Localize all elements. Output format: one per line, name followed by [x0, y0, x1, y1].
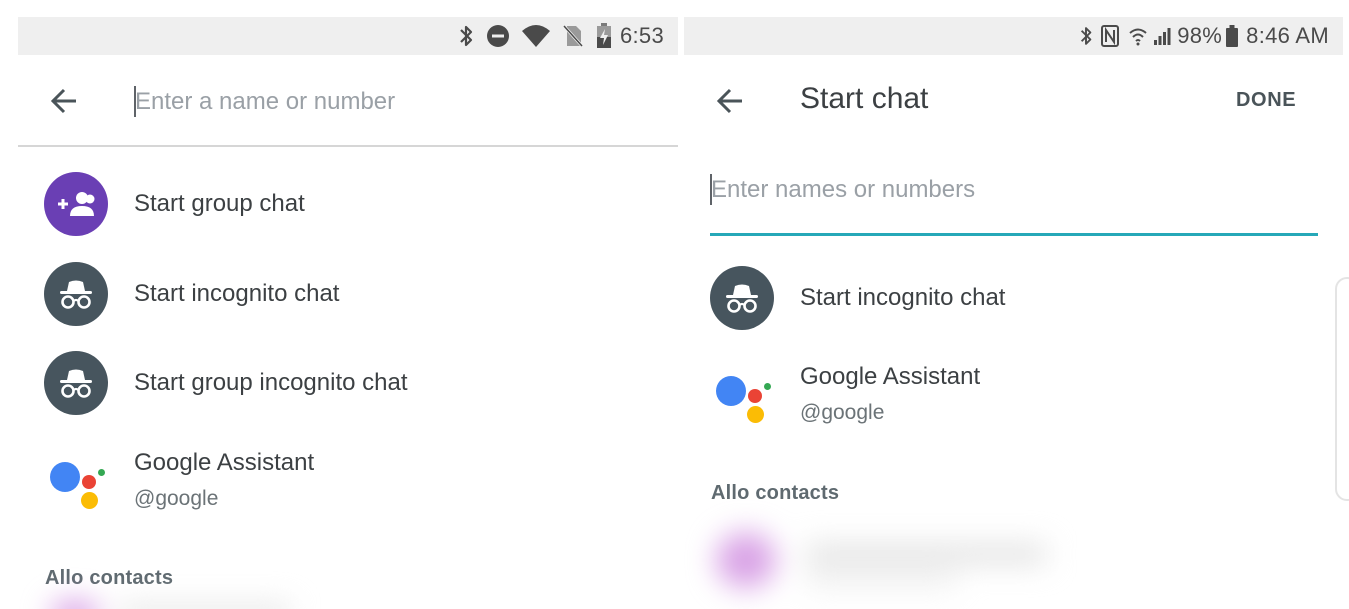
- left-screen: 6:53 Start group chat: [0, 0, 680, 609]
- item-handle: @google: [800, 401, 885, 424]
- signal-icon: [1153, 26, 1171, 46]
- google-assistant-item[interactable]: Google Assistant @google: [44, 448, 314, 512]
- battery-charging-icon: [596, 23, 612, 49]
- recipients-search-input[interactable]: [711, 172, 1311, 208]
- status-time: 8:46 AM: [1246, 23, 1329, 48]
- start-group-incognito-chat-item[interactable]: Start group incognito chat: [44, 351, 408, 415]
- recipient-search-input[interactable]: [135, 84, 655, 120]
- scrollbar-handle[interactable]: [1335, 277, 1349, 501]
- item-label: Start incognito chat: [800, 284, 1006, 311]
- blurred-contact-row: [706, 528, 1056, 592]
- status-bar: 98% 8:46 AM: [684, 17, 1343, 55]
- battery-percent: 98%: [1177, 23, 1223, 48]
- bluetooth-icon: [458, 24, 474, 48]
- page-title: Start chat: [800, 82, 929, 115]
- group-add-icon: [58, 192, 95, 216]
- right-screen: 98% 8:46 AM Start chat DONE Start incogn…: [684, 0, 1349, 609]
- start-incognito-chat-item[interactable]: Start incognito chat: [710, 266, 1005, 330]
- allo-contacts-header: Allo contacts: [45, 567, 174, 589]
- blurred-contact-row: [40, 600, 290, 609]
- no-sim-icon: [562, 24, 584, 48]
- done-button[interactable]: DONE: [1236, 89, 1296, 112]
- start-incognito-chat-item[interactable]: Start incognito chat: [44, 262, 339, 326]
- google-assistant-item[interactable]: Google Assistant @google: [710, 362, 980, 426]
- wifi-icon: [521, 25, 550, 47]
- back-button[interactable]: [44, 81, 84, 121]
- do-not-disturb-icon: [486, 24, 510, 48]
- wifi-icon: [1129, 26, 1147, 46]
- back-button[interactable]: [710, 81, 750, 121]
- incognito-avatar: [44, 262, 108, 326]
- item-label: Start incognito chat: [134, 280, 340, 307]
- status-bar: 6:53: [18, 17, 678, 55]
- item-handle: @google: [134, 487, 219, 510]
- item-label: Google Assistant: [800, 363, 981, 390]
- allo-contacts-header: Allo contacts: [711, 482, 840, 504]
- bluetooth-icon: [1079, 25, 1093, 47]
- nfc-icon: [1101, 25, 1120, 47]
- status-time: 6:53: [619, 23, 664, 48]
- back-arrow-icon: [716, 88, 742, 114]
- incognito-icon: [60, 280, 92, 309]
- item-label: Start group incognito chat: [134, 369, 408, 396]
- group-avatar: [44, 172, 108, 236]
- incognito-avatar: [710, 266, 774, 330]
- incognito-avatar: [44, 351, 108, 415]
- header-divider: [18, 145, 678, 147]
- back-arrow-icon: [50, 88, 76, 114]
- item-label: Google Assistant: [134, 449, 315, 476]
- battery-icon: [1226, 25, 1239, 47]
- google-assistant-icon: [44, 448, 108, 512]
- incognito-icon: [60, 369, 92, 398]
- input-focus-underline: [710, 233, 1318, 236]
- google-assistant-icon: [710, 362, 774, 426]
- start-group-chat-item[interactable]: Start group chat: [44, 172, 305, 236]
- item-label: Start group chat: [134, 190, 305, 217]
- incognito-icon: [726, 284, 758, 313]
